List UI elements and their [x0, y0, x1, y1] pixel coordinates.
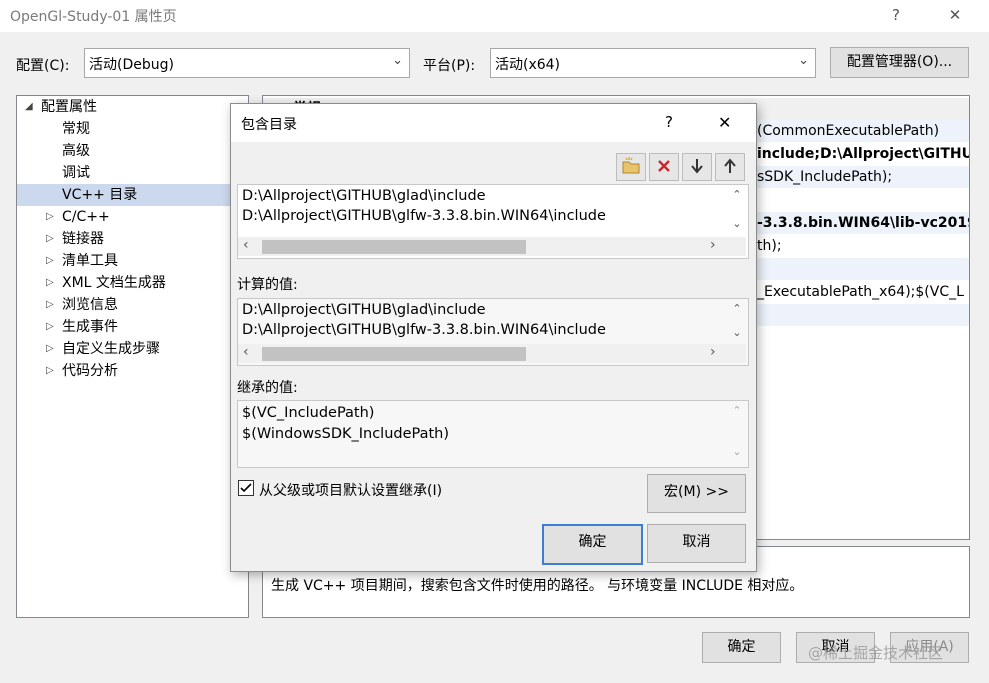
tree-item-build-events[interactable]: 生成事件 [62, 316, 118, 338]
dialog-title: 包含目录 [241, 117, 297, 133]
collapsed-arrow-icon[interactable]: ▷ [46, 321, 54, 332]
chevron-down-icon: ⌄ [392, 53, 403, 68]
platform-label: 平台(P): [423, 58, 476, 74]
description-text: 生成 VC++ 项目期间，搜索包含文件时使用的路径。 与环境变量 INCLUDE… [271, 578, 804, 594]
inherit-checkbox-label[interactable]: 从父级或项目默认设置继承(I) [259, 480, 442, 500]
grid-row-value: th); [757, 238, 782, 254]
platform-value: 活动(x64) [495, 57, 561, 73]
tree-item-linker[interactable]: 链接器 [62, 228, 104, 250]
tree-item-custom-build-step[interactable]: 自定义生成步骤 [62, 338, 160, 360]
tree-item-xml-doc-generator[interactable]: XML 文档生成器 [62, 272, 166, 294]
tree-item-debugging[interactable]: 调试 [62, 162, 90, 184]
watermark: @稀土掘金技术社区 [808, 644, 944, 662]
list-item: D:\Allproject\GITHUB\glad\include [242, 302, 486, 318]
dialog-close-button[interactable]: ✕ [718, 113, 731, 132]
dialog-title-bar: 包含目录 ? ✕ [231, 104, 756, 142]
tree-item-advanced[interactable]: 高级 [62, 140, 90, 162]
collapsed-arrow-icon[interactable]: ▷ [46, 277, 54, 288]
new-folder-icon[interactable] [616, 153, 646, 181]
dialog-help-button[interactable]: ? [665, 113, 673, 131]
collapsed-arrow-icon[interactable]: ▷ [46, 299, 54, 310]
list-item: D:\Allproject\GITHUB\glfw-3.3.8.bin.WIN6… [242, 322, 606, 338]
inherited-values-list: $(VC_IncludePath) $(WindowsSDK_IncludePa… [237, 400, 749, 468]
move-down-icon[interactable] [682, 153, 712, 181]
scrollbar-thumb[interactable] [262, 240, 526, 254]
scroll-right-icon[interactable]: › [710, 344, 716, 360]
scroll-down-icon[interactable]: ⌄ [728, 217, 746, 230]
computed-values-label: 计算的值: [237, 277, 298, 293]
collapsed-arrow-icon[interactable]: ▷ [46, 233, 54, 244]
window-title-bar: OpenGl-Study-01 属性页 ? ✕ [0, 0, 989, 32]
window-title: OpenGl-Study-01 属性页 [10, 9, 177, 25]
include-directories-dialog: 包含目录 ? ✕ D:\Allproject\GITHUB\glad\inclu… [230, 103, 757, 572]
grid-row-value: include;D:\Allproject\GITHU [757, 146, 970, 162]
scroll-up-icon[interactable]: ⌃ [728, 302, 746, 315]
collapsed-arrow-icon[interactable]: ▷ [46, 343, 54, 354]
tree-item-vc-directories-label: VC++ 目录 [62, 187, 138, 203]
inherited-values-label: 继承的值: [237, 380, 298, 396]
scrollbar-thumb[interactable] [262, 347, 526, 361]
tree-item-vc-directories-selected[interactable]: VC++ 目录 [17, 184, 248, 206]
computed-values-list: D:\Allproject\GITHUB\glad\include D:\All… [237, 298, 749, 366]
help-button[interactable]: ? [873, 0, 919, 32]
scroll-down-icon[interactable]: ⌄ [728, 445, 746, 458]
tree-item-browse-info[interactable]: 浏览信息 [62, 294, 118, 316]
list-item: $(WindowsSDK_IncludePath) [242, 426, 450, 442]
include-paths-list[interactable]: D:\Allproject\GITHUB\glad\include D:\All… [237, 184, 749, 259]
grid-row-value: (CommonExecutablePath) [757, 123, 940, 139]
move-up-icon[interactable] [715, 153, 745, 181]
dialog-ok-button[interactable]: 确定 [542, 524, 643, 565]
delete-icon[interactable] [649, 153, 679, 181]
property-tree: ◢ 配置属性 常规 高级 调试 VC++ 目录 ▷ C/C++ ▷ 链接器 ▷ … [16, 95, 249, 618]
scroll-right-icon[interactable]: › [710, 237, 716, 253]
macro-button[interactable]: 宏(M) >> [647, 474, 746, 513]
config-dropdown[interactable]: 活动(Debug) ⌄ [84, 48, 410, 78]
list-item[interactable]: D:\Allproject\GITHUB\glad\include [242, 188, 486, 204]
dialog-cancel-button[interactable]: 取消 [647, 524, 746, 563]
scroll-left-icon[interactable]: ‹ [243, 344, 249, 360]
horizontal-scrollbar[interactable]: ‹ › [238, 344, 746, 363]
scroll-up-icon[interactable]: ⌃ [728, 404, 746, 417]
inherit-checkbox[interactable] [238, 480, 254, 496]
grid-row-value: sSDK_IncludePath); [757, 169, 893, 185]
config-manager-button[interactable]: 配置管理器(O)... [830, 47, 969, 78]
expanded-arrow-icon[interactable]: ◢ [25, 101, 33, 112]
chevron-down-icon: ⌄ [798, 53, 809, 68]
scroll-left-icon[interactable]: ‹ [243, 237, 249, 253]
collapsed-arrow-icon[interactable]: ▷ [46, 365, 54, 376]
config-value: 活动(Debug) [89, 57, 174, 73]
collapsed-arrow-icon[interactable]: ▷ [46, 255, 54, 266]
grid-row-value: _ExecutablePath_x64);$(VC_L [757, 284, 964, 300]
platform-dropdown[interactable]: 活动(x64) ⌄ [490, 48, 816, 78]
close-window-button[interactable]: ✕ [932, 0, 978, 32]
tree-item-cpp[interactable]: C/C++ [62, 206, 110, 228]
grid-row-value: -3.3.8.bin.WIN64\lib-vc2019; [757, 215, 970, 231]
scroll-down-icon[interactable]: ⌄ [728, 326, 746, 339]
collapsed-arrow-icon[interactable]: ▷ [46, 211, 54, 222]
list-item[interactable]: D:\Allproject\GITHUB\glfw-3.3.8.bin.WIN6… [242, 208, 606, 224]
tree-item-code-analysis[interactable]: 代码分析 [62, 360, 118, 382]
ok-button[interactable]: 确定 [702, 632, 781, 663]
tree-root-config-properties[interactable]: 配置属性 [41, 96, 97, 118]
list-item: $(VC_IncludePath) [242, 405, 375, 421]
tree-item-manifest-tool[interactable]: 清单工具 [62, 250, 118, 272]
scroll-up-icon[interactable]: ⌃ [728, 188, 746, 201]
tree-item-general[interactable]: 常规 [62, 118, 90, 140]
config-label: 配置(C): [16, 58, 70, 74]
horizontal-scrollbar[interactable]: ‹ › [238, 237, 746, 256]
